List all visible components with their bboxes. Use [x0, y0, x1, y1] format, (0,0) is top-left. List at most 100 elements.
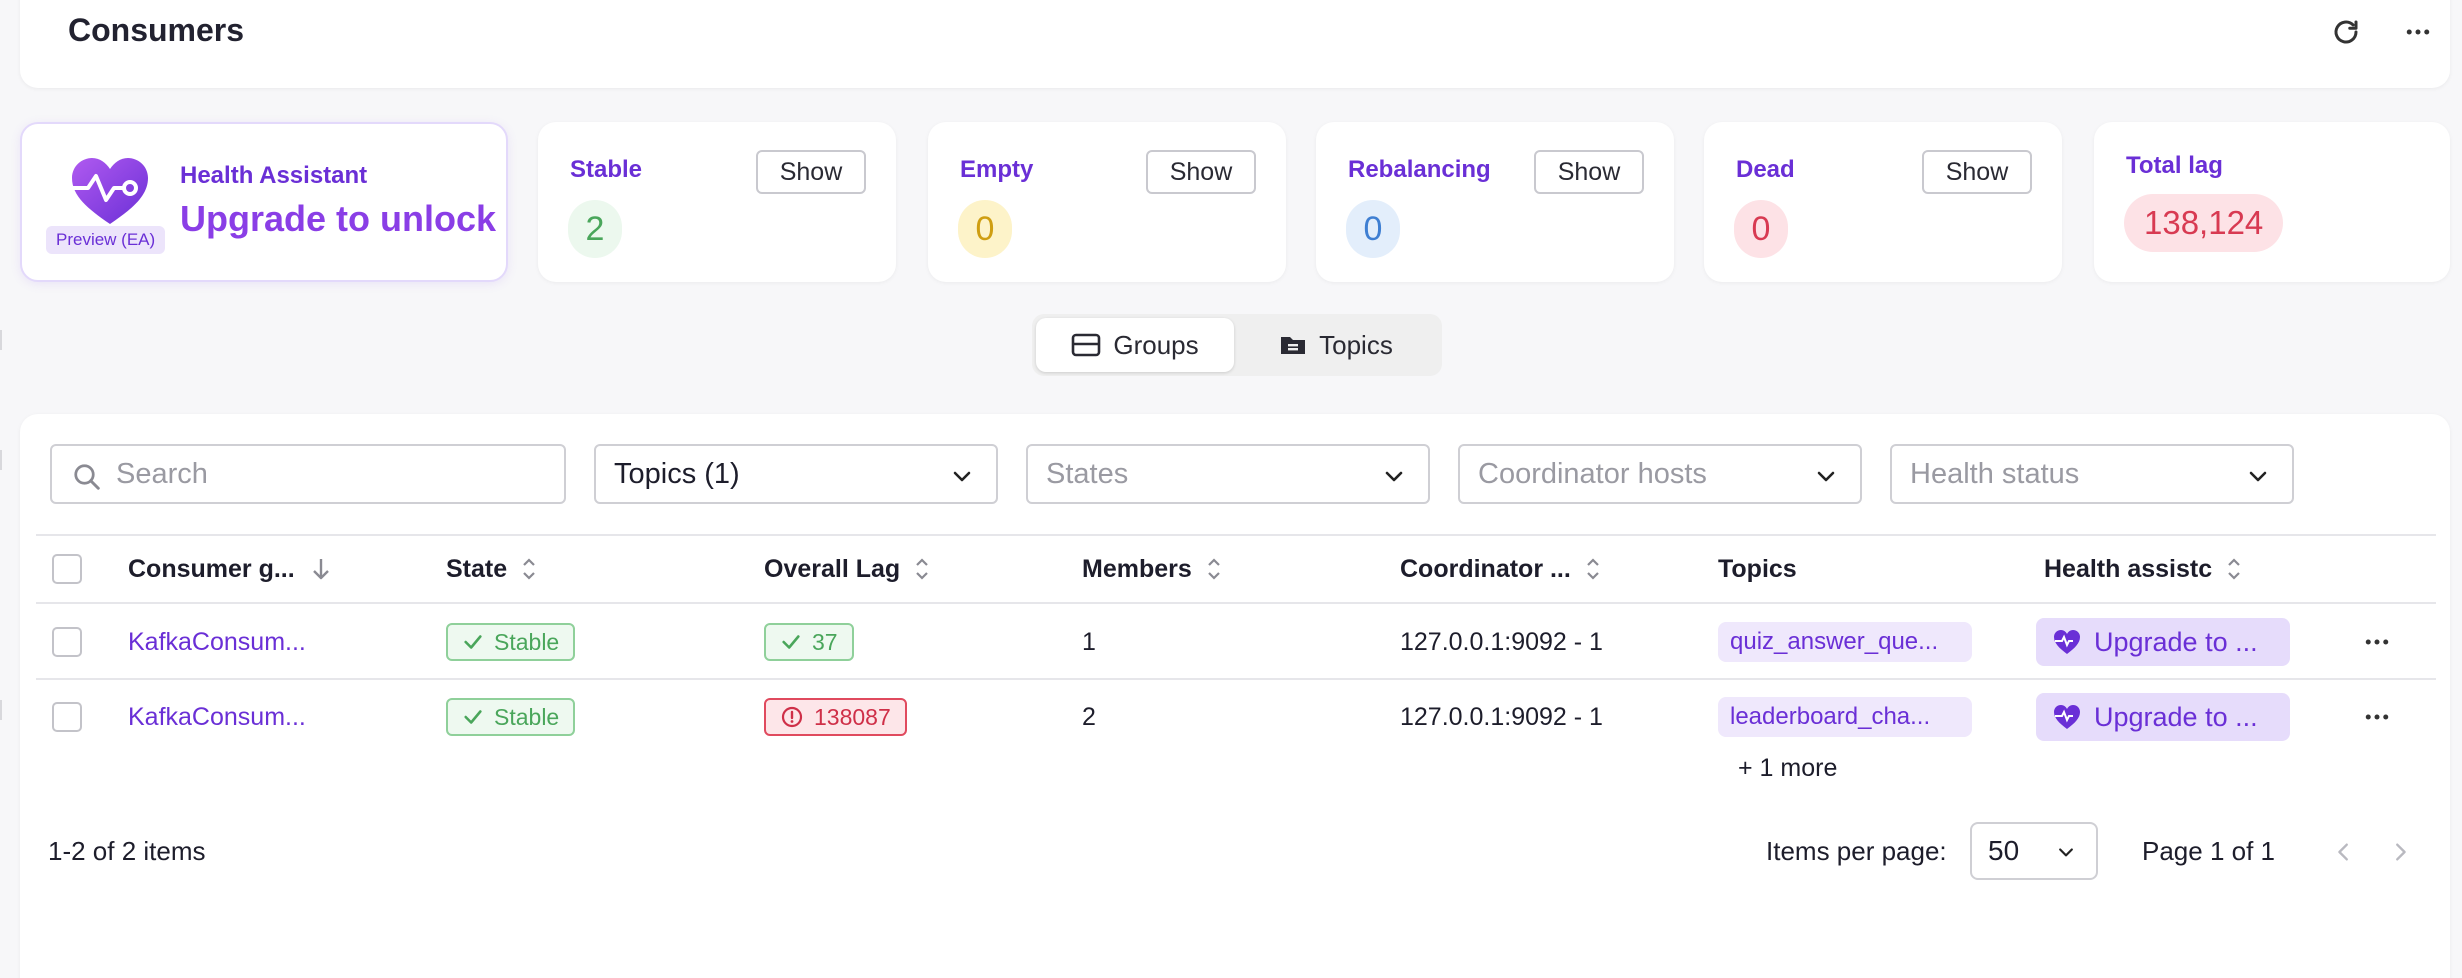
sort-icon	[1587, 558, 1599, 580]
topics-filter-value: Topics (1)	[614, 457, 740, 490]
chevron-down-icon	[1385, 471, 1403, 482]
previous-page-icon[interactable]	[2326, 834, 2362, 870]
stat-label: Empty	[960, 156, 1034, 183]
search-icon	[74, 464, 100, 490]
heart-pulse-icon	[60, 158, 148, 224]
topic-chip[interactable]: quiz_answer_que...	[1718, 622, 1972, 662]
column-label: Health assistc	[2044, 554, 2213, 583]
states-filter[interactable]: States	[1026, 444, 1430, 504]
upgrade-link[interactable]: Upgrade to unlock	[180, 198, 496, 240]
column-header-topics: Topics	[1718, 536, 1797, 602]
row-actions-icon[interactable]	[2362, 680, 2392, 754]
state-label: Stable	[494, 703, 560, 730]
stat-card-rebalancing: Rebalancing Show 0	[1316, 122, 1674, 282]
members-count: 2	[1082, 702, 1096, 731]
health-upgrade-button[interactable]: Upgrade to ...	[2036, 618, 2290, 666]
search-field[interactable]: Search	[50, 444, 566, 504]
stat-card-empty: Empty Show 0	[928, 122, 1286, 282]
table-icon	[1072, 333, 1101, 357]
consumer-group-link[interactable]: KafkaConsum...	[128, 606, 306, 678]
items-per-page-select[interactable]: 50	[1970, 822, 2098, 880]
health-assistant-card[interactable]: Preview (EA) Health Assistant Upgrade to…	[20, 122, 508, 282]
consumer-groups-table-card: Search Topics (1) States Coordinator hos…	[20, 414, 2450, 978]
check-icon	[464, 635, 482, 649]
stat-value: 0	[1346, 200, 1400, 258]
table-row[interactable]: KafkaConsum... Stable 138087 2 127.0.0.1…	[36, 680, 2436, 754]
items-per-page-value: 50	[1988, 835, 2020, 866]
health-upgrade-label: Upgrade to ...	[2094, 626, 2258, 657]
stat-card-dead: Dead Show 0	[1704, 122, 2062, 282]
chevron-down-icon	[2059, 848, 2073, 857]
tab-groups-label: Groups	[1113, 329, 1199, 360]
column-label: Topics	[1718, 554, 1797, 583]
tab-topics[interactable]: Topics	[1240, 318, 1432, 372]
more-horizontal-icon[interactable]	[2400, 14, 2436, 50]
stat-card-stable: Stable Show 2	[538, 122, 896, 282]
show-stable-button[interactable]: Show	[756, 150, 866, 194]
stat-value: 0	[958, 200, 1012, 258]
alert-circle-icon	[781, 706, 803, 728]
topic-chip[interactable]: leaderboard_cha...	[1718, 697, 1972, 737]
tab-groups[interactable]: Groups	[1036, 318, 1234, 372]
column-header-overall-lag[interactable]: Overall Lag	[764, 536, 930, 602]
consumer-group-link[interactable]: KafkaConsum...	[128, 680, 306, 754]
page-header: Consumers	[20, 0, 2450, 88]
show-rebalancing-button[interactable]: Show	[1534, 150, 1644, 194]
items-per-page-label: Items per page:	[1766, 836, 1947, 866]
coordinator-hosts-placeholder: Coordinator hosts	[1478, 457, 1707, 490]
topics-filter[interactable]: Topics (1)	[594, 444, 998, 504]
show-dead-button[interactable]: Show	[1922, 150, 2032, 194]
row-checkbox[interactable]	[52, 627, 82, 657]
left-edge-mark	[0, 330, 2, 350]
check-icon	[464, 710, 482, 724]
column-label: Consumer g...	[128, 554, 295, 583]
chevron-down-icon	[1817, 471, 1835, 482]
page-indicator: Page 1 of 1	[2142, 836, 2275, 866]
column-header-state[interactable]: State	[446, 536, 537, 602]
state-badge: Stable	[446, 623, 576, 661]
heart-pulse-icon	[2054, 630, 2080, 654]
stat-value: 0	[1734, 200, 1788, 258]
left-edge-mark	[0, 700, 2, 720]
column-header-consumer-group[interactable]: Consumer g...	[128, 536, 333, 602]
more-topics-link[interactable]: + 1 more	[1738, 754, 1837, 783]
table-row[interactable]: KafkaConsum... Stable 37 1 127.0.0.1:909…	[36, 606, 2436, 680]
column-header-coordinator[interactable]: Coordinator ...	[1400, 536, 1601, 602]
page-title: Consumers	[68, 12, 245, 48]
sort-icon	[1207, 558, 1220, 580]
stat-label: Total lag	[2126, 152, 2223, 179]
next-page-icon[interactable]	[2382, 834, 2418, 870]
column-header-members[interactable]: Members	[1082, 536, 1222, 602]
column-label: Coordinator ...	[1400, 554, 1571, 583]
sort-icon	[916, 558, 928, 580]
sort-icon	[523, 558, 535, 580]
show-empty-button[interactable]: Show	[1146, 150, 1256, 194]
health-upgrade-label: Upgrade to ...	[2094, 701, 2258, 732]
row-actions-icon[interactable]	[2362, 606, 2392, 678]
chevron-down-icon	[2249, 471, 2267, 482]
refresh-icon[interactable]	[2328, 14, 2364, 50]
health-status-filter[interactable]: Health status	[1890, 444, 2294, 504]
health-status-placeholder: Health status	[1910, 457, 2080, 490]
health-upgrade-button[interactable]: Upgrade to ...	[2036, 693, 2290, 741]
stat-label: Dead	[1736, 156, 1795, 183]
row-checkbox[interactable]	[52, 702, 82, 732]
lag-value: 37	[812, 628, 838, 655]
select-all-checkbox[interactable]	[52, 554, 82, 584]
stat-label: Rebalancing	[1348, 156, 1491, 183]
lag-badge: 37	[764, 623, 854, 661]
coordinator-value: 127.0.0.1:9092 - 1	[1400, 702, 1603, 731]
sort-descending-icon	[312, 559, 329, 580]
health-assistant-title: Health Assistant	[180, 162, 368, 189]
column-label: State	[446, 554, 508, 583]
folder-icon	[1281, 337, 1306, 354]
view-toggle: Groups Topics	[1032, 314, 1442, 376]
members-count: 1	[1082, 627, 1096, 656]
column-label: Overall Lag	[764, 554, 901, 583]
coordinator-value: 127.0.0.1:9092 - 1	[1400, 627, 1603, 656]
heart-pulse-icon	[2054, 705, 2080, 729]
column-header-health-assistant[interactable]: Health assistc	[2044, 536, 2242, 602]
state-badge: Stable	[446, 698, 576, 736]
coordinator-hosts-filter[interactable]: Coordinator hosts	[1458, 444, 1862, 504]
check-icon	[782, 635, 800, 649]
